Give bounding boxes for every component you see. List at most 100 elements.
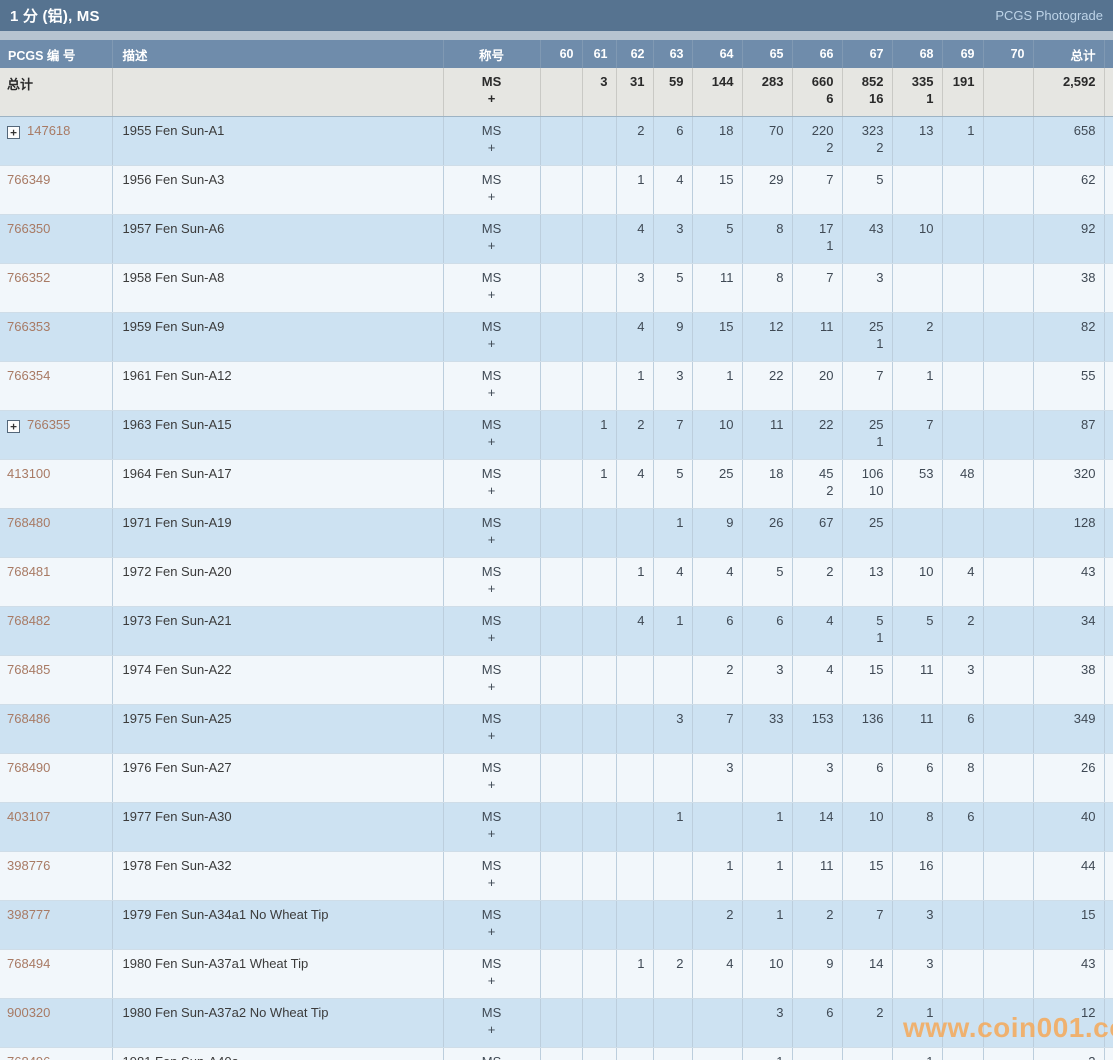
grade-68-count-cell: 11: [892, 704, 943, 754]
designation-ms-label: MS: [481, 417, 502, 432]
total-value: 2,592: [1062, 74, 1096, 89]
pcgs-number-link[interactable]: 768486: [7, 711, 50, 726]
row-total-cell: 34: [1033, 606, 1105, 656]
grade-64-count-cell: 6: [692, 606, 743, 656]
grade-count-value: 4: [676, 564, 684, 579]
pcgs-number-link[interactable]: 768482: [7, 613, 50, 628]
grade-60-count-cell: [540, 508, 583, 558]
pcgs-number-link[interactable]: 768480: [7, 515, 50, 530]
filler-cell: [1104, 165, 1113, 215]
table-row: 768485 1974 Fen Sun-A22 MS +2 3 4 15 11 3 38: [0, 655, 1113, 705]
grade-count-value: 25: [869, 417, 884, 432]
grade-count-value: [694, 809, 734, 825]
grade-count-value: 15: [719, 172, 734, 187]
row-total-cell: 44: [1033, 851, 1105, 901]
designation-cell: MS +: [443, 459, 541, 509]
grade-70-count-cell: [983, 949, 1034, 999]
pcgs-number-link[interactable]: 766349: [7, 172, 50, 187]
designation-ms-label: MS: [481, 221, 502, 236]
grade-70-count-cell: [983, 214, 1034, 264]
grade-count-value: 5: [776, 564, 784, 579]
grade-67-count-cell: 14: [842, 949, 893, 999]
coin-description-cell: 1978 Fen Sun-A32: [112, 851, 444, 901]
pcgs-number-link[interactable]: 768490: [7, 760, 50, 775]
grade-count-value: 153: [811, 711, 834, 726]
pcgs-number-link[interactable]: 766350: [7, 221, 50, 236]
grade-count-value: 4: [826, 613, 834, 628]
grade-70-count-cell: [983, 557, 1034, 607]
grade-64-count-cell: [692, 998, 743, 1048]
grade-66-count-cell: 6: [792, 998, 843, 1048]
pcgs-number-link[interactable]: 403107: [7, 809, 50, 824]
pcgs-number-cell: 768496: [0, 1047, 113, 1060]
column-header-row: PCGS 编 号描述 称号 60 61 62 63 64 65 66 67 68 69 70 总计: [0, 40, 1113, 68]
total-value: 320: [1073, 466, 1096, 481]
pcgs-number-link[interactable]: 398777: [7, 907, 50, 922]
grade-69-count-cell: [942, 508, 984, 558]
pcgs-number-link[interactable]: 766353: [7, 319, 50, 334]
coin-description-cell: 1961 Fen Sun-A12: [112, 361, 444, 411]
grade-count-value: [584, 711, 608, 727]
pcgs-number-cell: 900320: [0, 998, 113, 1048]
grade-66-count-cell: 153: [792, 704, 843, 754]
grade-69-count-cell: [942, 949, 984, 999]
grade-62-count-cell: [616, 753, 654, 803]
designation-ms-label: MS: [481, 319, 502, 334]
pcgs-number-link[interactable]: 398776: [7, 858, 50, 873]
pcgs-number-link[interactable]: 768485: [7, 662, 50, 677]
grade-count-value: [944, 172, 975, 188]
pcgs-number-link[interactable]: 768481: [7, 564, 50, 579]
grade-count-value: 3: [676, 711, 684, 726]
grade-count-value: [542, 270, 574, 286]
coin-description-cell: 1974 Fen Sun-A22: [112, 655, 444, 705]
total-value: 43: [1081, 564, 1096, 579]
grade-count-value: 3: [676, 368, 684, 383]
grade-63-count-cell: 3: [653, 214, 693, 264]
pcgs-number-link[interactable]: 768496: [7, 1054, 50, 1060]
grade-count-value: 6: [926, 760, 934, 775]
grade-count-value: [542, 466, 574, 482]
grade-count-value: 2: [967, 613, 975, 628]
grade-count-value: [844, 1054, 884, 1060]
coin-description-cell: 1955 Fen Sun-A1: [112, 116, 444, 166]
pcgs-number-link[interactable]: 766355: [27, 417, 70, 432]
col-header-grade-62: 62: [616, 40, 654, 68]
grade-60-count-cell: [540, 263, 583, 313]
grade-count-value: 283: [761, 74, 784, 89]
grade-70-count-cell: [983, 851, 1034, 901]
grade-67-count-cell: 2: [842, 998, 893, 1048]
pcgs-number-link[interactable]: 147618: [27, 123, 70, 138]
grade-60-count-cell: [540, 165, 583, 215]
coin-description-cell: [112, 68, 444, 117]
grade-count-value: 15: [869, 858, 884, 873]
grade-count-value: 8: [776, 270, 784, 285]
expand-icon[interactable]: +: [7, 126, 20, 139]
expand-icon[interactable]: +: [7, 420, 20, 433]
designation-plus-label: +: [487, 875, 496, 890]
grade-count-value: [584, 1005, 608, 1021]
photograde-link[interactable]: PCGS Photograde: [995, 8, 1103, 23]
grade-count-value: [584, 221, 608, 237]
pcgs-number-link[interactable]: 900320: [7, 1005, 50, 1020]
designation-ms-label: MS: [445, 1054, 539, 1060]
pcgs-number-link[interactable]: 766354: [7, 368, 50, 383]
grade-67-count-cell: 6: [842, 753, 893, 803]
table-row: 768496 1981 Fen Sun-A40aMS+ 1 1 2: [0, 1047, 1113, 1060]
grade-70-count-cell: [983, 263, 1034, 313]
grade-62-count-cell: [616, 851, 654, 901]
grade-count-value: [985, 907, 1025, 923]
row-total-cell: 62: [1033, 165, 1105, 215]
grade-count-value: [985, 515, 1025, 531]
grade-68-count-cell: 1: [892, 361, 943, 411]
col-header-designation: 称号: [443, 40, 541, 68]
pcgs-number-link[interactable]: 766352: [7, 270, 50, 285]
row-total-cell: 38: [1033, 655, 1105, 705]
grade-61-count-cell: [582, 116, 617, 166]
pcgs-number-link[interactable]: 413100: [7, 466, 50, 481]
grade-count-value: [655, 1054, 684, 1060]
grade-count-value: 4: [726, 564, 734, 579]
pcgs-number-link[interactable]: 768494: [7, 956, 50, 971]
filler-cell: [1104, 116, 1113, 166]
grade-count-value: 43: [869, 221, 884, 236]
total-value: 15: [1081, 907, 1096, 922]
